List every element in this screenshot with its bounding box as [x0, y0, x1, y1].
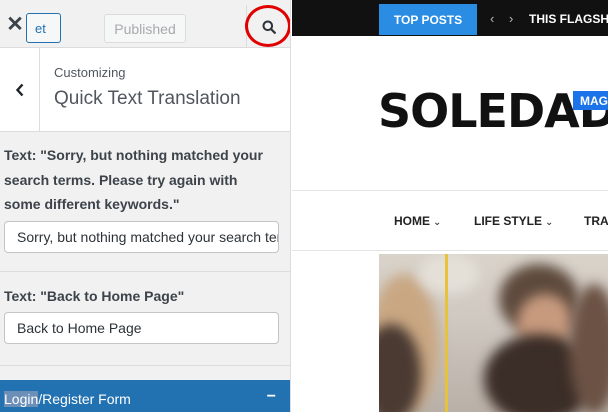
- featured-image[interactable]: [379, 254, 608, 412]
- nav-label: HOME: [394, 214, 430, 228]
- logo-badge: MAG: [573, 91, 608, 110]
- label-rest: /Register Form: [38, 391, 131, 407]
- chevron-left-icon: [15, 83, 23, 97]
- text-field-back-home: Text: "Back to Home Page" Back to Home P…: [0, 284, 290, 364]
- section-subtitle: Customizing: [54, 65, 126, 80]
- published-button: Published: [104, 14, 186, 43]
- chevron-down-icon: ⌄: [545, 217, 554, 228]
- image-shape: [419, 254, 479, 294]
- login-register-form-section[interactable]: Login/Register Form −: [0, 380, 290, 412]
- nav-divider: [292, 190, 608, 191]
- ticker-headline[interactable]: THIS FLAGSH: [529, 12, 608, 26]
- collapse-icon[interactable]: −: [267, 388, 276, 406]
- text-input-back-home[interactable]: Back to Home Page: [4, 312, 279, 344]
- label-highlight: Login: [4, 391, 39, 407]
- field-label-line: Text: "Sorry, but nothing matched your: [4, 147, 263, 163]
- nav-label: LIFE STYLE: [474, 214, 543, 228]
- section-label: Login/Register Form: [4, 391, 131, 407]
- chevron-down-icon: ⌄: [433, 217, 442, 228]
- field-label-line: Text: "Back to Home Page": [4, 288, 185, 304]
- image-shape: [445, 254, 448, 412]
- text-input-no-results[interactable]: Sorry, but nothing matched your search t…: [4, 221, 279, 253]
- nav-life-style[interactable]: LIFE STYLE ⌄: [474, 214, 553, 228]
- highlight-circle: [245, 5, 290, 47]
- save-button[interactable]: et: [26, 13, 61, 43]
- nav-label: TRA: [584, 214, 608, 228]
- section-header: Customizing Quick Text Translation: [0, 48, 290, 132]
- top-posts-badge: TOP POSTS: [379, 4, 477, 35]
- text-field-no-results: Text: "Sorry, but nothing matched your s…: [0, 143, 290, 271]
- ticker-prev-icon[interactable]: ‹: [490, 11, 494, 26]
- divider: [0, 271, 290, 272]
- field-label-line: search terms. Please try again with: [4, 171, 238, 188]
- divider: [0, 365, 290, 366]
- nav-home[interactable]: HOME ⌄: [394, 214, 441, 228]
- section-title: Quick Text Translation: [54, 88, 241, 109]
- customizer-sidebar: ✕ et Published Customizing Quick Text Tr…: [0, 0, 291, 412]
- nav-divider: [292, 250, 608, 251]
- site-preview: TOP POSTS ‹ › THIS FLAGSH SOLEDAD MAG HO…: [292, 0, 608, 412]
- nav-travel[interactable]: TRA: [584, 214, 608, 228]
- news-ticker: TOP POSTS ‹ › THIS FLAGSH: [292, 0, 608, 36]
- ticker-next-icon[interactable]: ›: [509, 11, 513, 26]
- field-label: Text: "Back to Home Page": [4, 284, 184, 309]
- field-label-line: some different keywords.": [4, 196, 180, 212]
- customizer-header: ✕ et Published: [0, 0, 290, 48]
- back-button[interactable]: [0, 48, 40, 132]
- field-label: Text: "Sorry, but nothing matched your s…: [4, 143, 263, 217]
